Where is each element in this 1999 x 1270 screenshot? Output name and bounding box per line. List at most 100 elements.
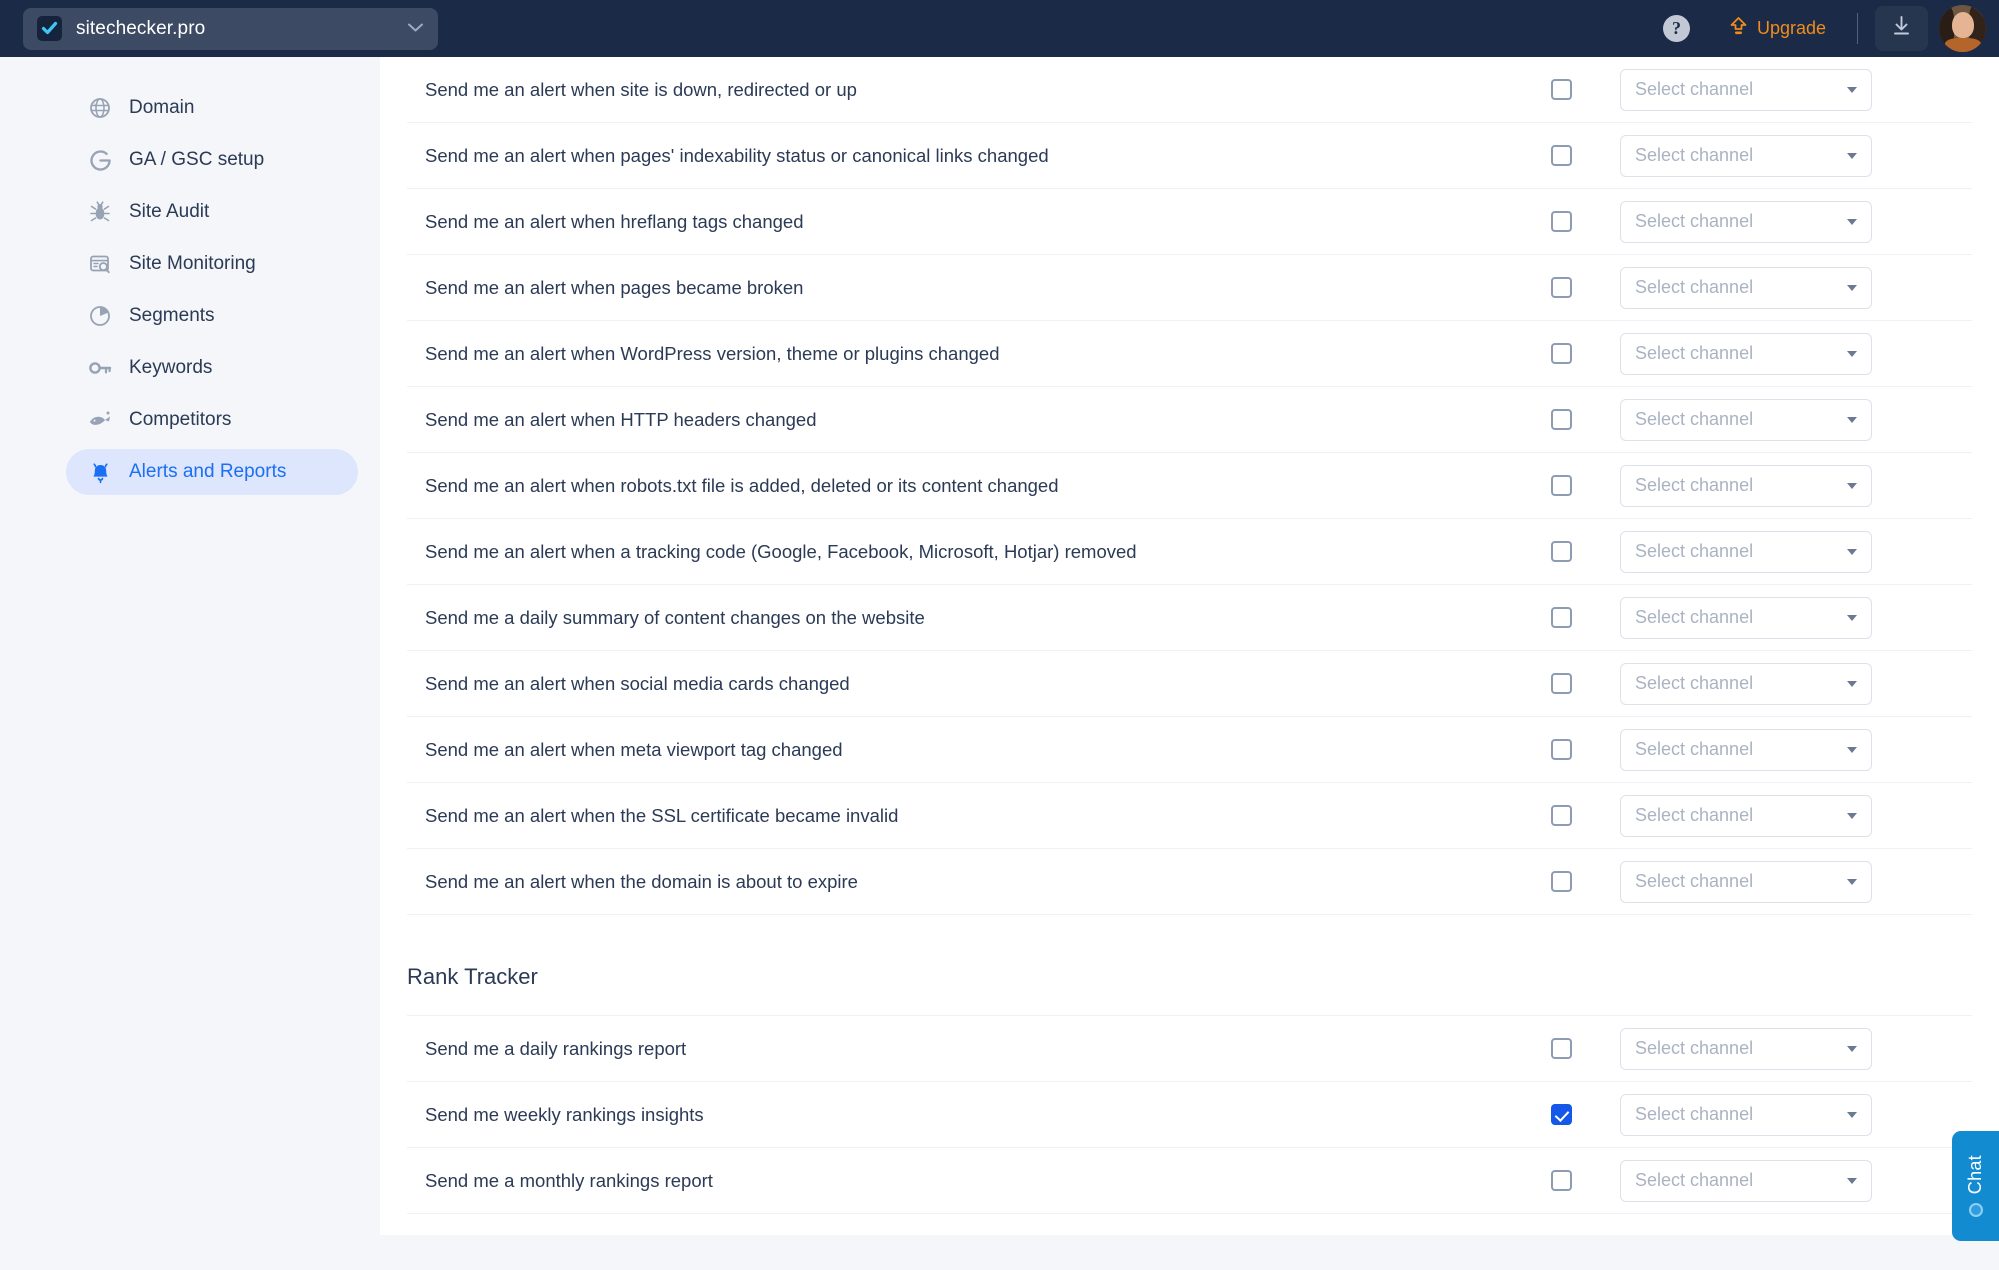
sidebar-item-keywords[interactable]: Keywords	[66, 345, 358, 391]
sidebar-item-label: GA / GSC setup	[129, 149, 265, 170]
table-row: Send me an alert when the SSL certificat…	[407, 783, 1972, 849]
select-channel-dropdown[interactable]: Select channel	[1620, 530, 1872, 573]
help-icon[interactable]: ?	[1662, 15, 1690, 42]
select-channel-dropdown[interactable]: Select channel	[1620, 332, 1872, 375]
select-channel-dropdown[interactable]: Select channel	[1620, 200, 1872, 243]
checkbox-unchecked[interactable]	[1551, 145, 1572, 166]
alert-row-label: Send me an alert when WordPress version,…	[425, 342, 1000, 364]
alert-row-label: Send me an alert when hreflang tags chan…	[425, 210, 804, 232]
top-header-bar: sitechecker.pro ? Upgrade	[0, 0, 1999, 57]
sidebar-item-site-monitoring[interactable]: Site Monitoring	[66, 241, 358, 287]
key-icon	[88, 356, 112, 380]
checkbox-unchecked[interactable]	[1551, 1038, 1572, 1059]
table-row: Send me a daily summary of content chang…	[407, 585, 1972, 651]
alert-row-label: Send me an alert when pages' indexabilit…	[425, 144, 1049, 166]
alert-checkbox-cell	[1551, 805, 1572, 826]
checkbox-unchecked[interactable]	[1551, 211, 1572, 232]
alert-checkbox-cell	[1551, 343, 1572, 364]
select-channel-dropdown[interactable]: Select channel	[1620, 398, 1872, 441]
alert-checkbox-cell	[1551, 211, 1572, 232]
fish-icon	[88, 408, 112, 432]
select-channel-dropdown[interactable]: Select channel	[1620, 794, 1872, 837]
sidebar-item-label: Site Monitoring	[129, 253, 256, 274]
sidebar-item-site-audit[interactable]: Site Audit	[66, 189, 358, 235]
checkbox-unchecked[interactable]	[1551, 739, 1572, 760]
select-channel-dropdown[interactable]: Select channel	[1620, 464, 1872, 507]
checkbox-unchecked[interactable]	[1551, 79, 1572, 100]
select-channel-dropdown[interactable]: Select channel	[1620, 1093, 1872, 1136]
alert-row-label: Send me an alert when HTTP headers chang…	[425, 408, 817, 430]
select-channel-dropdown[interactable]: Select channel	[1620, 1027, 1872, 1070]
alert-checkbox-cell	[1551, 79, 1572, 100]
alert-row-label: Send me an alert when a tracking code (G…	[425, 540, 1137, 562]
chevron-down-icon	[1847, 86, 1857, 93]
alert-checkbox-cell	[1551, 409, 1572, 430]
sidebar-item-label: Keywords	[129, 357, 213, 378]
checkbox-unchecked[interactable]	[1551, 409, 1572, 430]
checkbox-unchecked[interactable]	[1551, 475, 1572, 496]
checkbox-unchecked[interactable]	[1551, 343, 1572, 364]
select-channel-placeholder: Select channel	[1635, 739, 1754, 759]
checkbox-checked[interactable]	[1551, 1104, 1572, 1125]
domain-name-label: sitechecker.pro	[76, 17, 206, 39]
upgrade-label: Upgrade	[1756, 18, 1826, 38]
table-row: Send me an alert when social media cards…	[407, 651, 1972, 717]
sidebar-item-ga-gsc-setup[interactable]: GA / GSC setup	[66, 137, 358, 183]
table-row: Send me an alert when pages became broke…	[407, 255, 1972, 321]
sidebar-item-segments[interactable]: Segments	[66, 293, 358, 339]
chevron-down-icon	[1847, 812, 1857, 819]
alerts-settings-panel: Send me an alert when site is down, redi…	[380, 57, 1999, 1235]
checkbox-unchecked[interactable]	[1551, 607, 1572, 628]
checkbox-unchecked[interactable]	[1551, 1170, 1572, 1191]
select-channel-dropdown[interactable]: Select channel	[1620, 662, 1872, 705]
checkbox-unchecked[interactable]	[1551, 673, 1572, 694]
sidebar-item-label: Alerts and Reports	[129, 461, 287, 482]
sidebar-item-domain[interactable]: Domain	[66, 85, 358, 131]
chat-label: Chat	[1965, 1155, 1985, 1195]
checkbox-unchecked[interactable]	[1551, 541, 1572, 562]
chevron-down-icon	[1847, 680, 1857, 687]
alert-checkbox-cell	[1551, 541, 1572, 562]
table-row: Send me a monthly rankings report Select …	[407, 1148, 1972, 1214]
alert-row-label: Send me an alert when meta viewport tag …	[425, 738, 843, 760]
select-channel-dropdown[interactable]: Select channel	[1620, 266, 1872, 309]
select-channel-dropdown[interactable]: Select channel	[1620, 860, 1872, 903]
chevron-down-icon	[1847, 416, 1857, 423]
sidebar-item-label: Competitors	[129, 409, 232, 430]
chevron-down-icon	[1847, 284, 1857, 291]
user-avatar[interactable]	[1939, 5, 1986, 52]
table-row: Send me an alert when hreflang tags chan…	[407, 189, 1972, 255]
table-row: Send me an alert when site is down, redi…	[407, 57, 1972, 123]
alert-row-label: Send me an alert when robots.txt file is…	[425, 474, 1059, 496]
alert-row-label: Send me an alert when site is down, redi…	[425, 78, 857, 100]
checkbox-unchecked[interactable]	[1551, 805, 1572, 826]
select-channel-dropdown[interactable]: Select channel	[1620, 596, 1872, 639]
sidebar-nav: Domain GA / GSC setup Site Audit Site Mo…	[0, 57, 380, 1270]
monitor-search-icon	[88, 252, 112, 276]
select-channel-dropdown[interactable]: Select channel	[1620, 134, 1872, 177]
table-row: Send me an alert when a tracking code (G…	[407, 519, 1972, 585]
chat-widget-button[interactable]: Chat	[1952, 1131, 1999, 1241]
checkbox-unchecked[interactable]	[1551, 871, 1572, 892]
header-actions: ? Upgrade	[1662, 0, 1999, 57]
select-channel-placeholder: Select channel	[1635, 673, 1754, 693]
upgrade-arrow-icon	[1729, 16, 1748, 42]
alert-row-label: Send me weekly rankings insights	[425, 1103, 704, 1125]
chevron-down-icon	[407, 20, 424, 38]
select-channel-placeholder: Select channel	[1635, 805, 1754, 825]
checkbox-unchecked[interactable]	[1551, 277, 1572, 298]
alert-checkbox-cell	[1551, 1038, 1572, 1059]
upgrade-button[interactable]: Upgrade	[1729, 16, 1826, 42]
select-channel-placeholder: Select channel	[1635, 343, 1754, 363]
select-channel-dropdown[interactable]: Select channel	[1620, 68, 1872, 111]
table-row: Send me an alert when meta viewport tag …	[407, 717, 1972, 783]
chevron-down-icon	[1847, 878, 1857, 885]
select-channel-dropdown[interactable]: Select channel	[1620, 728, 1872, 771]
alert-row-label: Send me an alert when the SSL certificat…	[425, 804, 899, 826]
table-row: Send me weekly rankings insights Select c…	[407, 1082, 1972, 1148]
sidebar-item-alerts-and-reports[interactable]: Alerts and Reports	[66, 449, 358, 495]
select-channel-dropdown[interactable]: Select channel	[1620, 1159, 1872, 1202]
domain-selector[interactable]: sitechecker.pro	[23, 7, 438, 50]
download-button[interactable]	[1875, 6, 1928, 51]
sidebar-item-competitors[interactable]: Competitors	[66, 397, 358, 443]
